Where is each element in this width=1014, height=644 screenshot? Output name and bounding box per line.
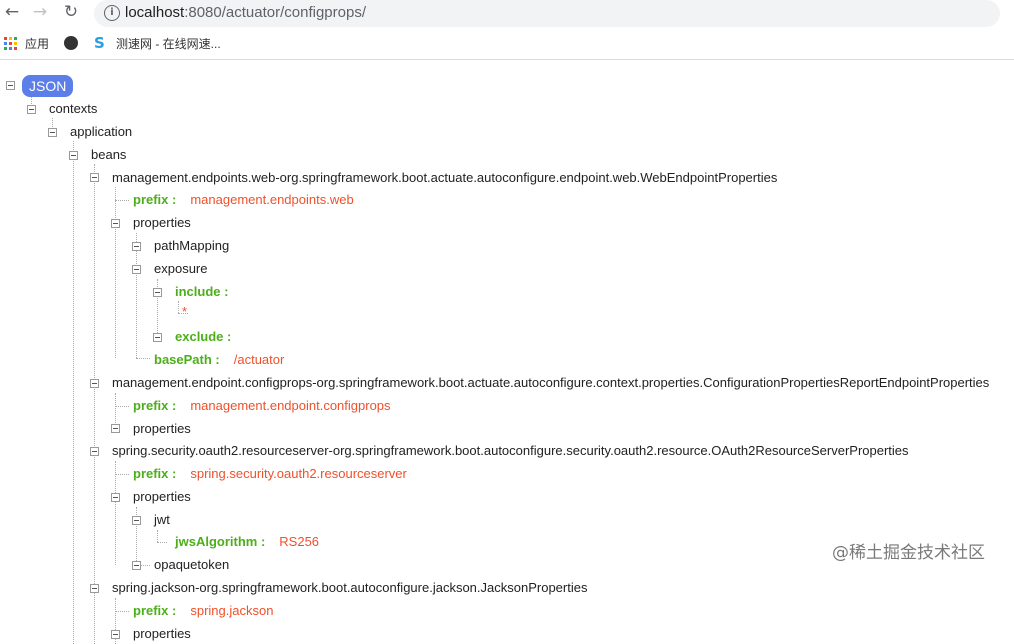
watermark: @稀土掘金技术社区 <box>832 543 985 563</box>
apps-grid-icon[interactable] <box>4 37 18 51</box>
bookmarks-bar: 应用 S 测速网 - 在线网速... <box>0 33 1014 55</box>
tree-guide-line <box>157 530 158 542</box>
node-bean-jackson[interactable]: spring.jackson-org.springframework.boot.… <box>112 579 587 597</box>
collapse-toggle-icon[interactable] <box>27 105 36 114</box>
bookmark-speedtest[interactable]: 测速网 - 在线网速... <box>116 33 221 55</box>
tree-guide-line <box>94 164 95 644</box>
tree-guide-line <box>115 461 116 565</box>
globe-icon[interactable] <box>64 36 78 50</box>
reload-icon[interactable]: ↻ <box>61 2 81 22</box>
tree-guide-line <box>136 233 137 358</box>
tree-connector <box>115 200 129 201</box>
collapse-toggle-icon[interactable] <box>153 288 162 297</box>
node-properties[interactable]: properties <box>133 488 191 506</box>
tree-connector <box>136 358 150 359</box>
node-bean-oauth2[interactable]: spring.security.oauth2.resourceserver-or… <box>112 442 909 460</box>
node-properties[interactable]: properties <box>133 420 191 438</box>
collapse-toggle-icon[interactable] <box>153 333 162 342</box>
json-root-badge[interactable]: JSON <box>22 75 74 97</box>
browser-chrome: ← → ↻ i localhost:8080/actuator/configpr… <box>0 0 1014 60</box>
tree-connector <box>157 542 167 543</box>
property-prefix: prefix : management.endpoint.configprops <box>133 398 391 413</box>
collapse-toggle-icon[interactable] <box>132 561 141 570</box>
collapse-toggle-icon[interactable] <box>132 516 141 525</box>
node-beans[interactable]: beans <box>91 146 126 164</box>
node-exclude[interactable]: exclude : <box>175 328 231 346</box>
collapse-toggle-icon[interactable] <box>48 128 57 137</box>
collapse-toggle-icon[interactable] <box>132 242 141 251</box>
node-contexts[interactable]: contexts <box>49 100 97 118</box>
collapse-toggle-icon[interactable] <box>111 219 120 228</box>
tree-connector <box>115 406 129 407</box>
info-icon[interactable]: i <box>104 5 120 21</box>
collapse-toggle-icon[interactable] <box>69 151 78 160</box>
include-value: * <box>182 304 188 319</box>
node-application[interactable]: application <box>70 123 132 141</box>
collapse-toggle-icon[interactable] <box>111 630 120 639</box>
property-prefix: prefix : management.endpoints.web <box>133 192 354 207</box>
forward-arrow-icon[interactable]: → <box>30 2 50 22</box>
node-exposure[interactable]: exposure <box>154 260 207 278</box>
collapse-toggle-icon[interactable] <box>90 173 99 182</box>
tree-connector <box>115 611 129 612</box>
property-jwsalgorithm: jwsAlgorithm : RS256 <box>175 534 320 549</box>
property-prefix: prefix : spring.jackson <box>133 603 274 618</box>
address-bar[interactable]: i localhost:8080/actuator/configprops/ <box>94 0 1000 27</box>
back-arrow-icon[interactable]: ← <box>2 2 22 22</box>
tree-connector <box>115 474 129 475</box>
node-opaquetoken[interactable]: opaquetoken <box>154 556 229 574</box>
collapse-toggle-icon[interactable] <box>111 424 120 433</box>
node-jwt[interactable]: jwt <box>154 511 170 529</box>
collapse-toggle-icon[interactable] <box>6 81 15 90</box>
node-properties[interactable]: properties <box>133 214 191 232</box>
node-include[interactable]: include : <box>175 283 228 301</box>
tree-guide-line <box>115 187 116 358</box>
property-prefix: prefix : spring.security.oauth2.resources… <box>133 466 407 481</box>
collapse-toggle-icon[interactable] <box>90 584 99 593</box>
collapse-toggle-icon[interactable] <box>111 493 120 502</box>
tree-guide-line <box>73 141 74 644</box>
node-properties[interactable]: properties <box>133 625 191 643</box>
collapse-toggle-icon[interactable] <box>90 379 99 388</box>
node-bean-configprops[interactable]: management.endpoint.configprops-org.spri… <box>112 374 989 392</box>
collapse-toggle-icon[interactable] <box>90 447 99 456</box>
node-bean-web-endpoint[interactable]: management.endpoints.web-org.springframe… <box>112 169 777 187</box>
property-basepath: basePath :/actuator <box>154 352 285 367</box>
tree-guide-line <box>178 301 179 313</box>
node-pathmapping[interactable]: pathMapping <box>154 237 229 255</box>
bookmark-apps[interactable]: 应用 <box>25 33 49 55</box>
speedtest-icon[interactable]: S <box>94 34 105 52</box>
collapse-toggle-icon[interactable] <box>132 265 141 274</box>
chrome-divider <box>0 59 1014 60</box>
url-text[interactable]: localhost:8080/actuator/configprops/ <box>125 4 366 21</box>
